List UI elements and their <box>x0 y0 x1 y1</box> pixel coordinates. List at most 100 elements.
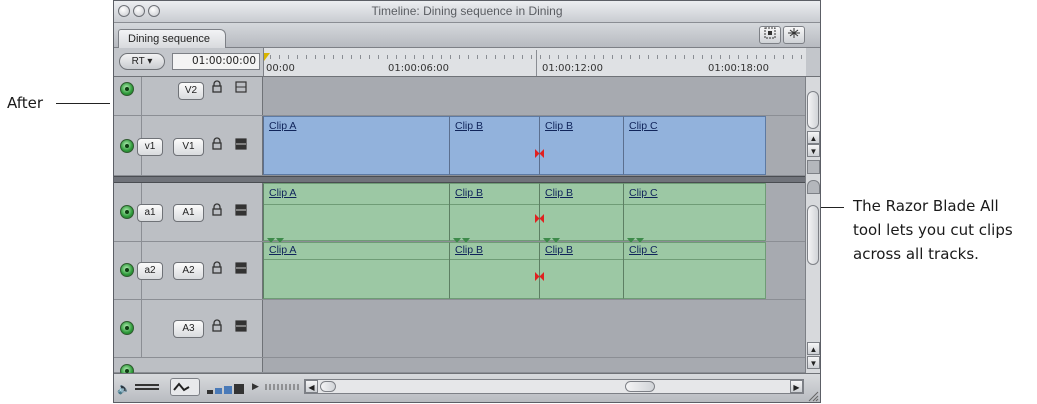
auto-select-icon[interactable] <box>235 80 247 97</box>
scroll-down-arrow-icon[interactable]: ▼ <box>807 144 820 157</box>
tab-dining-sequence[interactable]: Dining sequence <box>118 29 226 48</box>
current-timecode-field[interactable]: 01:00:00:00 <box>172 53 260 70</box>
ruler-minor-tick <box>603 55 604 59</box>
ruler-minor-tick <box>477 55 478 59</box>
clip-v1-2[interactable]: Clip B <box>449 116 539 175</box>
lock-icon[interactable] <box>212 261 222 278</box>
ruler-minor-tick <box>612 55 613 59</box>
track-size-selector-icon[interactable] <box>206 382 246 394</box>
ruler-minor-tick <box>540 55 541 59</box>
scroll-thumb[interactable] <box>807 205 819 265</box>
scroll-right-arrow-icon[interactable]: ▶ <box>790 380 803 393</box>
ruler-minor-tick <box>621 55 622 59</box>
ruler-minor-tick <box>765 55 766 59</box>
track-label-v1[interactable]: V1 <box>173 138 204 156</box>
ruler-minor-tick <box>486 55 487 59</box>
ruler-minor-tick <box>585 55 586 59</box>
speaker-icon[interactable] <box>120 205 134 219</box>
auto-select-icon[interactable] <box>235 319 247 336</box>
auto-select-icon[interactable] <box>235 137 247 154</box>
ruler-minor-tick <box>396 55 397 59</box>
audio-waveform-line <box>624 204 766 205</box>
clip-v1-4[interactable]: Clip C <box>623 116 766 175</box>
razor-callout-line-3: across all tracks. <box>853 245 979 263</box>
cut-marker-icon <box>535 210 544 223</box>
track-visibility-icon[interactable] <box>120 139 134 153</box>
ruler-minor-tick <box>459 55 460 59</box>
clip-v1-3[interactable]: Clip B <box>539 116 623 175</box>
clip-a2-2[interactable]: Clip B <box>449 242 539 299</box>
source-patch-a1[interactable]: a1 <box>137 204 163 222</box>
speaker-icon[interactable] <box>120 321 134 335</box>
pane-split-handle[interactable] <box>807 180 820 194</box>
lock-icon[interactable] <box>212 80 222 97</box>
lock-icon[interactable] <box>212 319 222 336</box>
ruler-minor-tick <box>324 55 325 59</box>
clip-a2-1[interactable]: Clip A <box>263 242 449 299</box>
track-label-a3[interactable]: A3 <box>173 320 204 338</box>
lock-icon[interactable] <box>212 137 222 154</box>
video-audio-divider[interactable] <box>114 176 805 183</box>
ruler-minor-tick <box>666 55 667 59</box>
scroll-up-arrow-icon[interactable]: ▲ <box>807 131 820 144</box>
vertical-scrollbar[interactable]: ▲ ▼ ▲ ▼ <box>805 77 820 373</box>
track-height-icon[interactable] <box>170 378 200 396</box>
speaker-icon[interactable] <box>120 263 134 277</box>
source-patch-v1[interactable]: v1 <box>137 138 163 156</box>
track-row-empty <box>114 358 805 378</box>
scroll-thumb[interactable] <box>807 91 819 129</box>
clip-overlays-icon[interactable] <box>134 380 160 394</box>
ruler-minor-tick <box>729 55 730 59</box>
ruler-major-tick <box>536 50 537 76</box>
rt-menu-button[interactable]: RT ▾ <box>119 53 165 70</box>
clip-v1-1[interactable]: Clip A <box>263 116 449 175</box>
timeline-window: Timeline: Dining sequence in Dining Dini… <box>113 0 821 403</box>
ruler-minor-tick <box>333 55 334 59</box>
pane-split-handle[interactable] <box>807 160 820 174</box>
cut-marker-icon <box>535 145 544 158</box>
window-title: Timeline: Dining sequence in Dining <box>371 4 563 18</box>
auto-select-icon[interactable] <box>235 261 247 278</box>
horizontal-scrollbar[interactable]: ◀ ▶ <box>304 379 804 394</box>
ruler-minor-tick <box>405 55 406 59</box>
ruler-minor-tick <box>468 55 469 59</box>
lock-icon[interactable] <box>212 203 222 220</box>
speaker-icon[interactable]: 🔈 <box>117 382 131 395</box>
resize-grip-icon[interactable] <box>807 389 819 402</box>
ruler-minor-tick <box>288 55 289 59</box>
scroll-left-arrow-icon[interactable]: ◀ <box>305 380 318 393</box>
audio-waveform-line <box>540 204 623 205</box>
ruler-minor-tick <box>495 55 496 59</box>
ruler-minor-tick <box>342 55 343 59</box>
ruler-minor-tick <box>639 55 640 59</box>
scroll-up-arrow-icon[interactable]: ▲ <box>807 342 820 355</box>
clip-a1-1[interactable]: Clip A <box>263 183 449 241</box>
scroll-thumb[interactable] <box>320 381 336 392</box>
zoom-slider-icon[interactable] <box>264 380 304 394</box>
clip-name: Clip B <box>545 120 574 132</box>
expand-arrow-icon[interactable]: ▶ <box>252 381 259 392</box>
ruler-minor-tick <box>549 55 550 59</box>
track-label-a2[interactable]: A2 <box>173 262 204 280</box>
source-patch-a2[interactable]: a2 <box>137 262 163 280</box>
scroll-down-arrow-icon[interactable]: ▼ <box>807 356 820 369</box>
time-ruler[interactable]: 00:00 01:00:06:00 01:00:12:00 01:00:18:0… <box>263 48 806 76</box>
scroll-thumb[interactable] <box>625 381 655 392</box>
track-label-a1[interactable]: A1 <box>173 204 204 222</box>
linking-icon[interactable] <box>783 26 805 44</box>
ruler-minor-tick <box>315 55 316 59</box>
clip-name: Clip B <box>545 244 574 256</box>
clip-name: Clip A <box>269 187 297 199</box>
clip-a2-4[interactable]: Clip C <box>623 242 766 299</box>
track-label-v2[interactable]: V2 <box>178 82 204 100</box>
audio-waveform-line <box>450 259 539 260</box>
track-visibility-icon[interactable] <box>120 82 134 96</box>
ruler-minor-tick <box>567 55 568 59</box>
snapping-icon[interactable] <box>759 26 781 44</box>
clip-a2-3[interactable]: Clip B <box>539 242 623 299</box>
clip-name: Clip B <box>455 244 484 256</box>
ruler-minor-tick <box>297 55 298 59</box>
audio-waveform-line <box>624 259 766 260</box>
clip-name: Clip C <box>629 187 658 199</box>
auto-select-icon[interactable] <box>235 203 247 220</box>
